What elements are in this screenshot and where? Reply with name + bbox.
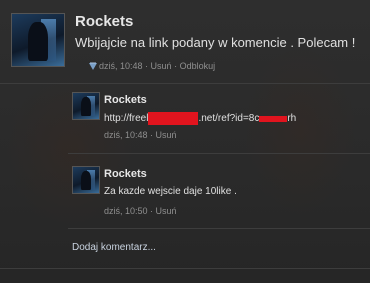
redaction-bar <box>259 115 288 122</box>
avatar-figure <box>27 21 49 61</box>
comment-time: dziś, 10:48 <box>104 130 148 140</box>
post-unblock-link[interactable]: Odblokuj <box>180 61 216 71</box>
link-part[interactable]: .net/ref?id=8c <box>198 113 259 124</box>
comment-meta: dziś, 10:48 · Usuń <box>104 130 177 140</box>
add-comment-link[interactable]: Dodaj komentarz... <box>72 242 156 253</box>
post-delete-link[interactable]: Usuń <box>151 61 172 71</box>
avatar-figure <box>80 170 92 191</box>
divider <box>0 83 370 84</box>
comment-delete-link[interactable]: Usuń <box>156 206 177 216</box>
post-time: dziś, 10:48 <box>99 61 143 71</box>
avatar-figure <box>80 96 92 117</box>
comment-author-avatar[interactable] <box>72 166 100 194</box>
divider <box>68 228 370 229</box>
comment-author-name[interactable]: Rockets <box>104 168 147 180</box>
comment-link[interactable]: http://freel .net/ref?id=8c rh <box>104 112 296 125</box>
redaction-bar <box>148 112 199 125</box>
post-author-name[interactable]: Rockets <box>75 13 133 30</box>
divider <box>68 153 370 154</box>
post-meta: dziś, 10:48 · Usuń · Odblokuj <box>99 61 216 71</box>
divider <box>0 268 370 269</box>
comment-meta: dziś, 10:50 · Usuń <box>104 206 177 216</box>
post-message: Wbijajcie na link podany w komencie . Po… <box>75 35 356 50</box>
comment-time: dziś, 10:50 <box>104 206 148 216</box>
post-author-avatar[interactable] <box>11 13 65 67</box>
comment-delete-link[interactable]: Usuń <box>156 130 177 140</box>
comment-text: Za kazde wejscie daje 10like . <box>104 186 237 197</box>
comment-author-avatar[interactable] <box>72 92 100 120</box>
link-part[interactable]: rh <box>287 113 296 124</box>
link-part[interactable]: http://freel <box>104 113 148 124</box>
comment-author-name[interactable]: Rockets <box>104 94 147 106</box>
heart-like-icon[interactable] <box>88 61 98 71</box>
